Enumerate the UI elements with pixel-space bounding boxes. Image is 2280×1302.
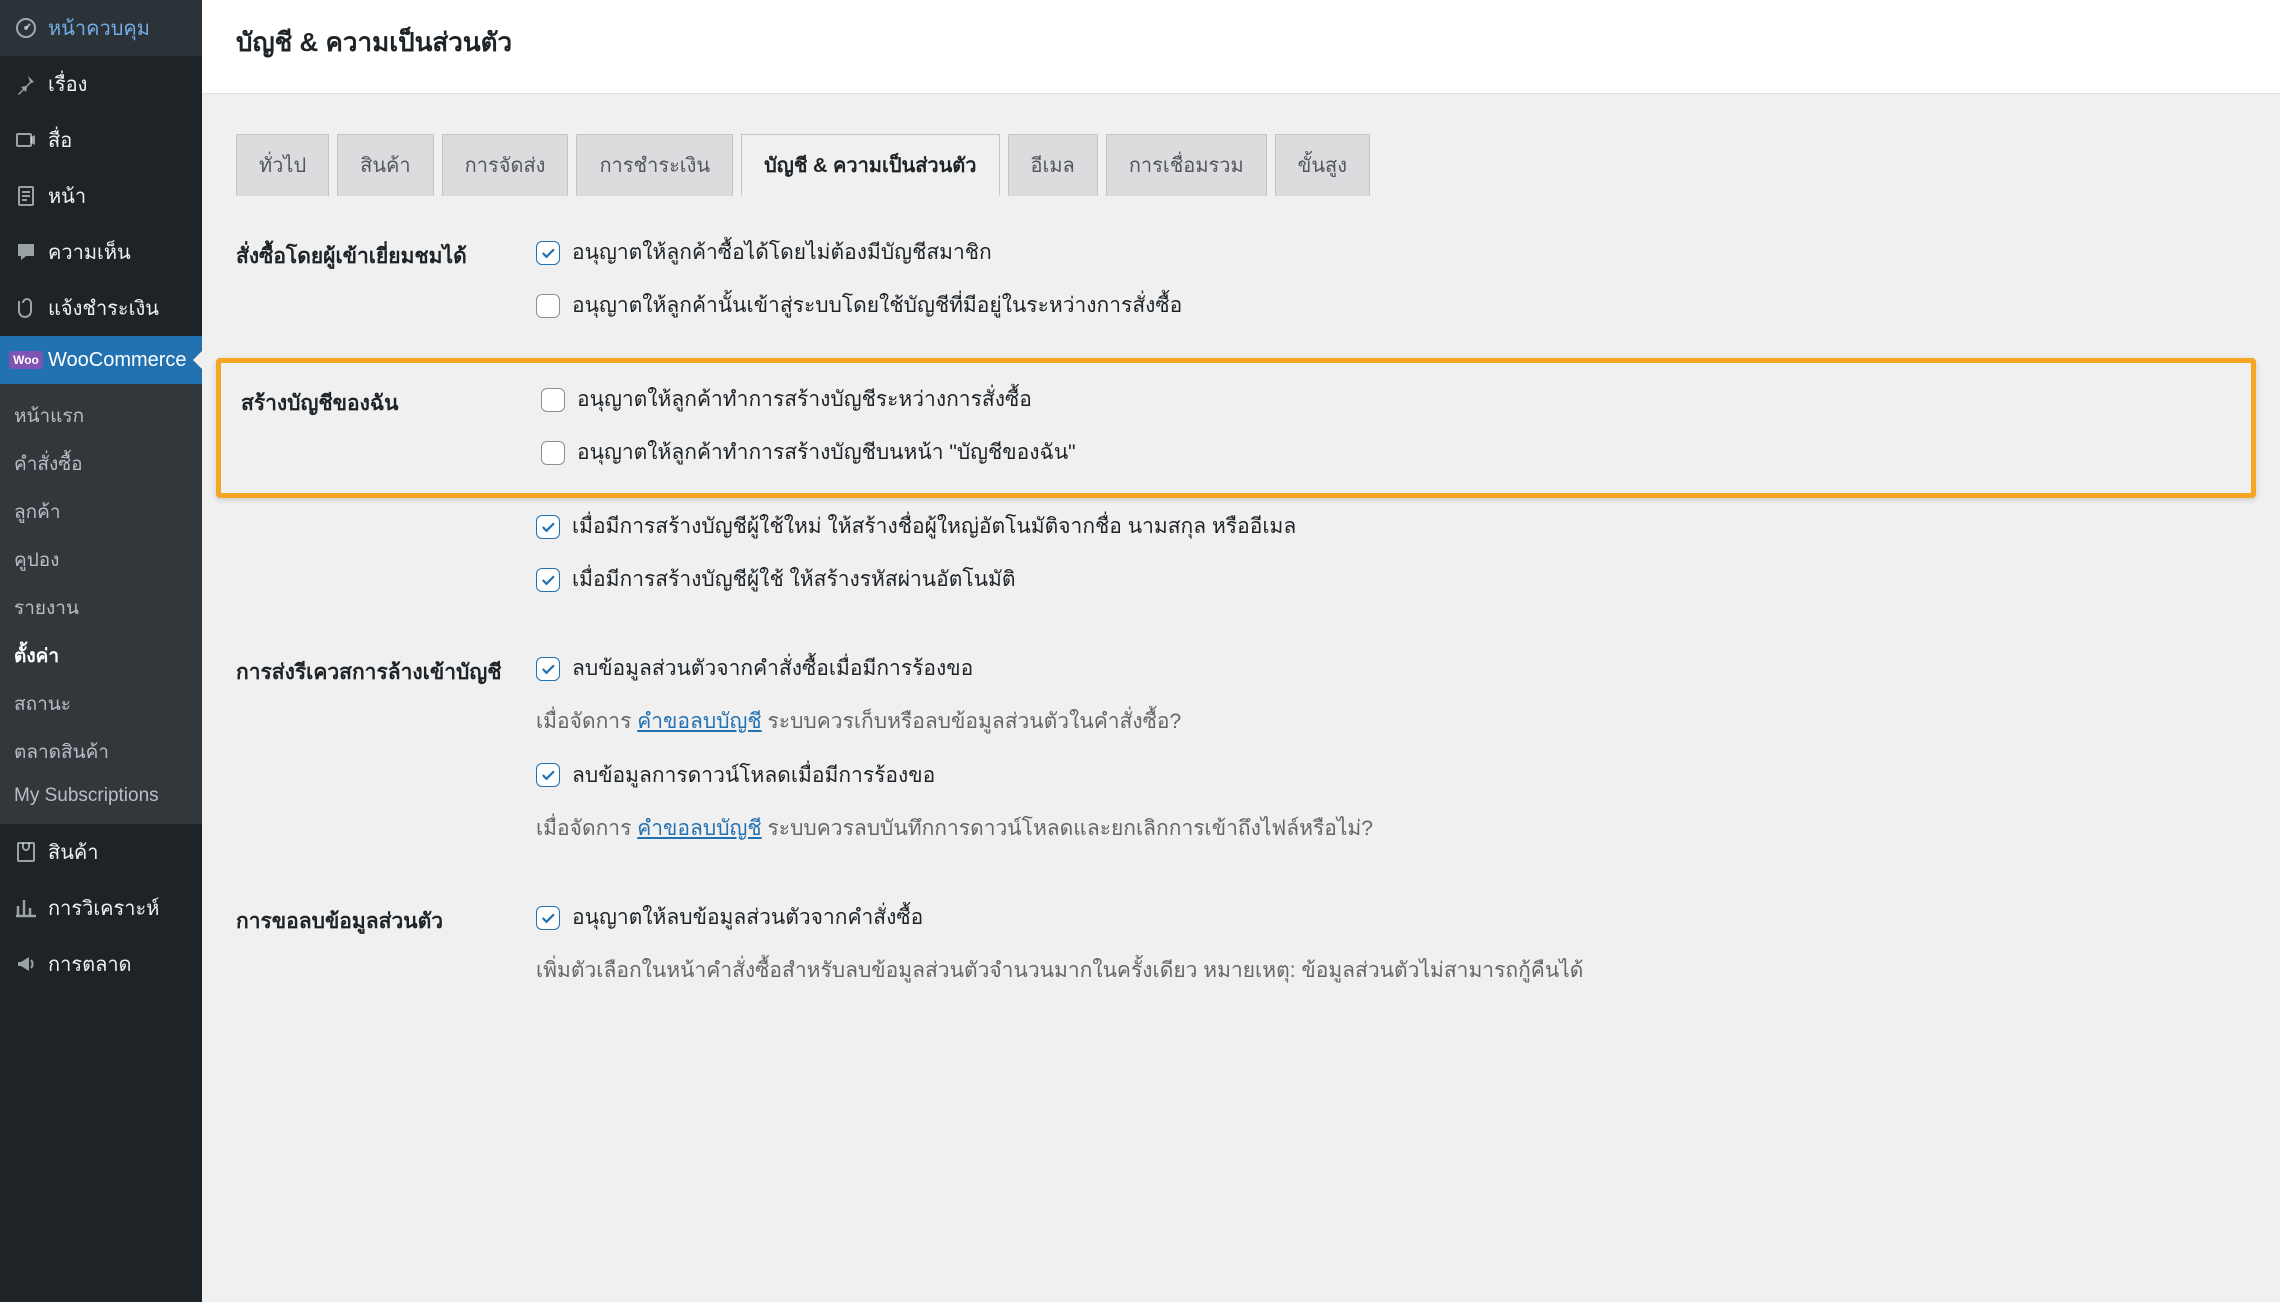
sidebar-item-comment[interactable]: ความเห็น [0, 224, 202, 280]
checkbox-option: อนุญาตให้ลูกค้าทำการสร้างบัญชีระหว่างการ… [541, 383, 2251, 416]
checkbox-option: อนุญาตให้ลูกค้านั้นเข้าสู่ระบบโดยใช้บัญช… [536, 289, 2246, 322]
checkbox[interactable] [541, 441, 565, 465]
section-data-removal: การขอลบข้อมูลส่วนตัว อนุญาตให้ลบข้อมูลส่… [236, 901, 2246, 1008]
sidebar-item-woo[interactable]: Woo WooCommerce [0, 336, 202, 384]
sidebar-item-page[interactable]: หน้า [0, 168, 202, 224]
checkbox[interactable] [536, 241, 560, 265]
checkbox[interactable] [536, 515, 560, 539]
checkbox-label: ลบข้อมูลการดาวน์โหลดเมื่อมีการร้องขอ [572, 759, 935, 792]
sidebar-item-marketing[interactable]: การตลาด [0, 936, 202, 992]
checkbox[interactable] [541, 388, 565, 412]
tab[interactable]: การเชื่อมรวม [1106, 134, 1267, 196]
checkbox-label: อนุญาตให้ลูกค้าทำการสร้างบัญชีระหว่างการ… [577, 383, 1032, 416]
section-label: การขอลบข้อมูลส่วนตัว [236, 901, 536, 938]
page-header: บัญชี & ความเป็นส่วนตัว [202, 0, 2280, 94]
sidebar-item-label: สินค้า [48, 836, 99, 868]
erase-request-link[interactable]: คำขอลบบัญชี [637, 817, 761, 840]
page-title: บัญชี & ความเป็นส่วนตัว [236, 22, 2246, 63]
submenu-item[interactable]: รายงาน [0, 584, 202, 632]
section-guest-checkout: สั่งซื้อโดยผู้เข้าเยี่ยมชมได้ อนุญาตให้ล… [236, 236, 2246, 342]
submenu-item[interactable]: ลูกค้า [0, 488, 202, 536]
submenu-item[interactable]: ตลาดสินค้า [0, 728, 202, 776]
submenu-item[interactable]: คำสั่งซื้อ [0, 440, 202, 488]
submenu-item[interactable]: สถานะ [0, 680, 202, 728]
checkbox-option: อนุญาตให้ลบข้อมูลส่วนตัวจากคำสั่งซื้อ [536, 901, 2246, 934]
sidebar-item-label: เรื่อง [48, 68, 87, 100]
sidebar-item-dashboard[interactable]: หน้าควบคุม [0, 0, 202, 56]
settings-tabs: ทั่วไปสินค้าการจัดส่งการชำระเงินบัญชี & … [236, 134, 2246, 196]
checkbox[interactable] [536, 906, 560, 930]
checkbox-option: ลบข้อมูลการดาวน์โหลดเมื่อมีการร้องขอ [536, 759, 2246, 792]
sidebar-item-product[interactable]: สินค้า [0, 824, 202, 880]
dashboard-icon [14, 16, 38, 40]
sidebar-item-label: ความเห็น [48, 236, 131, 268]
section-label: การส่งรีเควสการล้างเข้าบัญชี [236, 652, 536, 689]
sidebar-item-clip[interactable]: แจ้งชำระเงิน [0, 280, 202, 336]
sidebar-item-label: หน้า [48, 180, 86, 212]
tab[interactable]: สินค้า [337, 134, 434, 196]
sidebar-item-label: หน้าควบคุม [48, 12, 150, 44]
checkbox-option: อนุญาตให้ลูกค้าทำการสร้างบัญชีบนหน้า "บั… [541, 436, 2251, 469]
woo-icon: Woo [14, 348, 38, 372]
checkbox-label: เมื่อมีการสร้างบัญชีผู้ใช้ ให้สร้างรหัสผ… [572, 563, 1016, 596]
checkbox-label: อนุญาตให้ลูกค้าซื้อได้โดยไม่ต้องมีบัญชีส… [572, 236, 992, 269]
submenu-item[interactable]: หน้าแรก [0, 392, 202, 440]
media-icon [14, 128, 38, 152]
checkbox-label: เมื่อมีการสร้างบัญชีผู้ใช้ใหม่ ให้สร้างช… [572, 510, 1296, 543]
main-content: บัญชี & ความเป็นส่วนตัว ทั่วไปสินค้าการจ… [202, 0, 2280, 1302]
tab[interactable]: ทั่วไป [236, 134, 329, 196]
submenu-item[interactable]: ตั้งค่า [0, 632, 202, 680]
checkbox-label: อนุญาตให้ลบข้อมูลส่วนตัวจากคำสั่งซื้อ [572, 901, 923, 934]
sidebar-item-label: การตลาด [48, 948, 132, 980]
tab[interactable]: บัญชี & ความเป็นส่วนตัว [741, 134, 999, 196]
page-icon [14, 184, 38, 208]
sidebar-item-pin[interactable]: เรื่อง [0, 56, 202, 112]
clip-icon [14, 296, 38, 320]
tab[interactable]: การจัดส่ง [442, 134, 569, 196]
sidebar-item-analytics[interactable]: การวิเคราะห์ [0, 880, 202, 936]
tab[interactable]: ขั้นสูง [1275, 134, 1370, 196]
admin-sidebar: หน้าควบคุมเรื่องสื่อหน้าความเห็นแจ้งชำระ… [0, 0, 202, 1302]
sidebar-item-label: แจ้งชำระเงิน [48, 292, 159, 324]
section-account-creation: สร้างบัญชีของฉัน อนุญาตให้ลูกค้าทำการสร้… [236, 358, 2246, 616]
checkbox-label: อนุญาตให้ลูกค้านั้นเข้าสู่ระบบโดยใช้บัญช… [572, 289, 1182, 322]
pin-icon [14, 72, 38, 96]
submenu-item[interactable]: My Subscriptions [0, 776, 202, 816]
comment-icon [14, 240, 38, 264]
checkbox-option: ลบข้อมูลส่วนตัวจากคำสั่งซื้อเมื่อมีการร้… [536, 652, 2246, 685]
section-label: สั่งซื้อโดยผู้เข้าเยี่ยมชมได้ [236, 236, 536, 273]
checkbox-label: ลบข้อมูลส่วนตัวจากคำสั่งซื้อเมื่อมีการร้… [572, 652, 973, 685]
sidebar-item-label: WooCommerce [48, 349, 187, 372]
woo-submenu: หน้าแรกคำสั่งซื้อลูกค้าคูปองรายงานตั้งค่… [0, 384, 202, 824]
analytics-icon [14, 896, 38, 920]
checkbox[interactable] [536, 294, 560, 318]
checkbox[interactable] [536, 568, 560, 592]
tab[interactable]: การชำระเงิน [576, 134, 733, 196]
tab[interactable]: อีเมล [1008, 134, 1098, 196]
marketing-icon [14, 952, 38, 976]
product-icon [14, 840, 38, 864]
checkbox[interactable] [536, 657, 560, 681]
submenu-item[interactable]: คูปอง [0, 536, 202, 584]
sidebar-item-media[interactable]: สื่อ [0, 112, 202, 168]
section-label: สร้างบัญชีของฉัน [221, 383, 541, 420]
help-text: เมื่อจัดการ คำขอลบบัญชี ระบบควรลบบันทึกก… [536, 812, 2246, 846]
help-text: เมื่อจัดการ คำขอลบบัญชี ระบบควรเก็บหรือล… [536, 705, 2246, 739]
section-erasure: การส่งรีเควสการล้างเข้าบัญชี ลบข้อมูลส่ว… [236, 652, 2246, 865]
help-text: เพิ่มตัวเลือกในหน้าคำสั่งซื้อสำหรับลบข้อ… [536, 954, 2246, 988]
sidebar-item-label: การวิเคราะห์ [48, 892, 159, 924]
checkbox-option: เมื่อมีการสร้างบัญชีผู้ใช้ ให้สร้างรหัสผ… [536, 563, 2246, 596]
checkbox-label: อนุญาตให้ลูกค้าทำการสร้างบัญชีบนหน้า "บั… [577, 436, 1076, 469]
checkbox-option: เมื่อมีการสร้างบัญชีผู้ใช้ใหม่ ให้สร้างช… [536, 510, 2246, 543]
highlighted-options: สร้างบัญชีของฉัน อนุญาตให้ลูกค้าทำการสร้… [216, 358, 2256, 498]
sidebar-item-label: สื่อ [48, 124, 72, 156]
checkbox[interactable] [536, 763, 560, 787]
checkbox-option: อนุญาตให้ลูกค้าซื้อได้โดยไม่ต้องมีบัญชีส… [536, 236, 2246, 269]
erase-request-link[interactable]: คำขอลบบัญชี [637, 710, 761, 733]
